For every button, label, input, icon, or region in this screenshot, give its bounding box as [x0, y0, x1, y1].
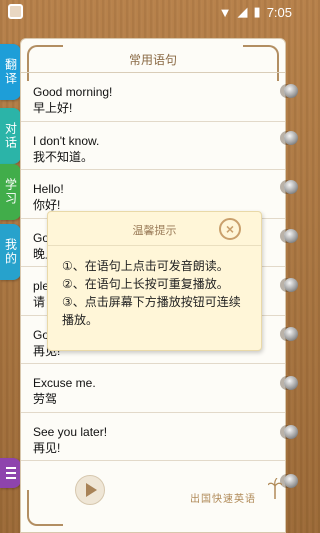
phrase-chinese: 再见!: [33, 440, 61, 455]
tip-3: ③、点击屏幕下方播放按钮可连续: [62, 295, 241, 309]
phrase-item[interactable]: Excuse me. 劳驾: [21, 364, 285, 413]
phrase-item[interactable]: Good morning! 早上好!: [21, 73, 285, 122]
status-bar: ▼ ◢ ▮ 7:05: [0, 0, 300, 24]
spiral-ring: [284, 327, 298, 341]
close-icon: ×: [225, 221, 235, 237]
spiral-ring: [284, 376, 298, 390]
phrase-chinese: 劳驾: [33, 392, 58, 406]
tab-study[interactable]: 学习: [0, 164, 21, 220]
tab-dialog[interactable]: 对话: [0, 108, 21, 164]
menu-button[interactable]: [0, 458, 21, 488]
play-all-button[interactable]: [75, 475, 105, 505]
phrase-chinese: 我不知道。: [33, 149, 94, 164]
tip-3-continued: 播放。: [62, 313, 99, 327]
phrase-english: Hello!: [33, 182, 64, 196]
tip-list: ①、在语句上点击可发音朗读。 ②、在语句上长按可重复播放。 ③、点击屏幕下方播放…: [62, 257, 251, 329]
tab-dialog-label: 对话: [3, 122, 18, 150]
brand-logo: 出国快速英语: [190, 494, 256, 505]
status-time: 7:05: [266, 4, 292, 20]
tab-study-label: 学习: [3, 178, 18, 206]
spiral-ring: [284, 278, 298, 292]
tip-dialog: 温馨提示 × ①、在语句上点击可发音朗读。 ②、在语句上长按可重复播放。 ③、点…: [47, 211, 262, 351]
corner-ornament: [27, 490, 63, 526]
spiral-ring: [284, 84, 298, 98]
close-button[interactable]: ×: [219, 218, 241, 240]
phrase-english: Good morning!: [33, 85, 113, 99]
signal-icon: ◢: [237, 4, 248, 19]
spiral-ring: [284, 229, 298, 243]
page-title: 常用语句: [128, 53, 177, 67]
phrase-chinese: 早上好!: [33, 101, 73, 115]
battery-icon: ▮: [253, 4, 261, 19]
phrase-english: See you later!: [33, 424, 108, 439]
tab-translate[interactable]: 翻译: [0, 44, 21, 100]
tab-translate-label: 翻译: [3, 58, 18, 86]
tab-mine[interactable]: 我的: [0, 224, 21, 280]
palm-tree-icon: [268, 478, 282, 499]
spiral-ring: [284, 474, 298, 488]
app-notification-icon: [8, 4, 23, 19]
spiral-ring: [284, 425, 298, 439]
phrase-item[interactable]: I don't know. 我不知道。: [21, 122, 285, 170]
dialog-divider: [48, 245, 261, 246]
spiral-ring: [284, 180, 298, 194]
phrase-item[interactable]: See you later! 再见!: [21, 413, 285, 461]
phrase-english: Excuse me.: [33, 376, 96, 390]
tab-mine-label: 我的: [3, 238, 18, 266]
tip-1: ①、在语句上点击可发音朗读。: [62, 259, 229, 273]
spiral-ring: [284, 131, 298, 145]
list-menu-icon: [5, 467, 16, 479]
tip-2: ②、在语句上长按可重复播放。: [62, 277, 229, 291]
wifi-icon: ▼: [218, 4, 232, 20]
play-icon: [86, 483, 97, 497]
phrase-english: I don't know.: [33, 133, 100, 148]
